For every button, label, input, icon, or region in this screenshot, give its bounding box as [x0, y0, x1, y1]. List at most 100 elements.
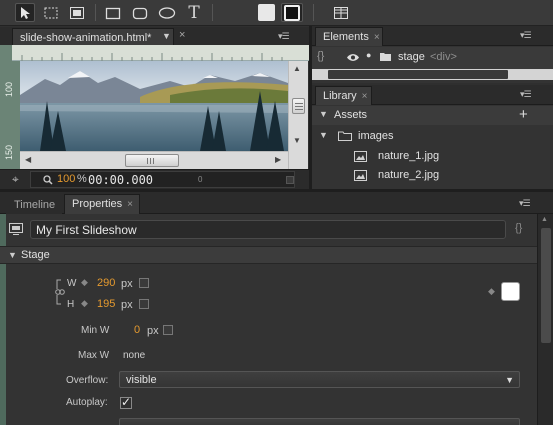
tab-properties[interactable]: Properties × [64, 194, 140, 214]
keyframe-diamond-icon[interactable]: ◆ [81, 277, 88, 288]
min-width-label: Min W [81, 325, 110, 336]
tab-dropdown-icon[interactable]: ▼ [162, 31, 171, 41]
panel-menu-icon[interactable]: ▾☰ [519, 198, 531, 209]
link-dimensions-icon[interactable] [54, 278, 66, 306]
close-tab-icon[interactable]: × [179, 29, 185, 41]
lock-dot-icon[interactable]: ● [366, 50, 371, 60]
width-value[interactable]: 290 [97, 277, 115, 289]
assets-label: Assets [334, 109, 368, 121]
title-input[interactable]: My First Slideshow [30, 220, 506, 239]
background-color-swatch[interactable] [501, 282, 520, 301]
elements-tab-bar: Elements × ▾☰ [312, 26, 553, 46]
stage-horizontal-scrollbar[interactable]: ◀ ▶ [20, 151, 288, 169]
grid-tool-icon[interactable] [331, 3, 351, 22]
rectangle-tool-icon[interactable] [103, 3, 123, 22]
library-panel: Library × ▾☰ ▼ Assets + ▼ images nature_1… [312, 85, 553, 189]
stage-canvas[interactable] [20, 61, 288, 151]
ellipse-tool-icon[interactable] [157, 3, 177, 22]
keyframe-diamond-icon[interactable]: ◆ [81, 298, 88, 309]
elements-tree-row[interactable]: {} ● stage <div> [312, 47, 553, 69]
overflow-select[interactable]: visible ▼ [119, 371, 520, 388]
panel-menu-icon[interactable]: ▾☰ [278, 31, 290, 42]
height-checkbox[interactable] [139, 299, 149, 309]
expand-triangle-icon[interactable]: ▼ [319, 130, 328, 140]
text-tool-icon[interactable]: T [184, 3, 204, 23]
select-tool-icon[interactable] [15, 3, 35, 22]
close-tab-icon[interactable]: × [362, 91, 368, 102]
tab-elements[interactable]: Elements × [315, 27, 383, 46]
library-file-row[interactable]: nature_1.jpg [312, 147, 553, 166]
fill-color-swatch-icon[interactable] [256, 3, 276, 22]
code-braces-icon[interactable]: {} [515, 222, 522, 234]
properties-tab-bar: Timeline Properties × ▾☰ [0, 192, 553, 214]
stage-element-icon [9, 223, 23, 235]
panel-menu-icon[interactable]: ▾☰ [520, 30, 532, 41]
width-checkbox[interactable] [139, 278, 149, 288]
tab-timeline[interactable]: Timeline [6, 195, 63, 214]
crop-tool-icon[interactable] [67, 3, 87, 22]
max-width-value[interactable]: none [123, 350, 145, 361]
collapse-triangle-icon[interactable]: ▼ [319, 109, 328, 119]
library-folder-row[interactable]: ▼ images [312, 127, 553, 146]
scroll-right-icon[interactable]: ▶ [275, 155, 281, 164]
properties-vertical-scrollbar[interactable]: ▲ [537, 214, 553, 425]
close-tab-icon[interactable]: × [374, 32, 380, 43]
magnifier-icon[interactable] [43, 175, 53, 185]
width-unit[interactable]: px [121, 278, 133, 290]
height-label: H [67, 299, 75, 310]
elements-panel: Elements × ▾☰ {} ● stage <div> [312, 26, 553, 83]
zoom-value[interactable]: 100 [57, 173, 75, 185]
document-tab-label: slide-show-animation.html* [20, 32, 152, 44]
next-property-select[interactable] [119, 418, 520, 425]
height-unit[interactable]: px [121, 299, 133, 311]
min-width-value[interactable]: 0 [134, 324, 140, 336]
scroll-thumb[interactable] [541, 228, 551, 343]
current-time[interactable]: 00:00.000 [88, 173, 153, 187]
collapse-triangle-icon[interactable]: ▼ [8, 250, 17, 260]
file-name: nature_1.jpg [378, 150, 440, 162]
min-width-unit[interactable]: px [147, 325, 159, 337]
add-asset-icon[interactable]: + [519, 106, 528, 123]
scroll-up-icon[interactable]: ▲ [541, 216, 548, 223]
tab-library[interactable]: Library × [315, 86, 372, 105]
elements-horizontal-scrollbar[interactable] [312, 69, 553, 80]
elements-tab-label: Elements [323, 31, 369, 43]
min-width-checkbox[interactable] [163, 325, 173, 335]
overflow-selected-value: visible [126, 374, 157, 386]
stroke-color-swatch-icon[interactable] [281, 3, 303, 22]
assets-section-header[interactable]: ▼ Assets + [312, 106, 553, 125]
keyframe-diamond-icon[interactable]: ◆ [488, 286, 495, 297]
rounded-rectangle-tool-icon[interactable] [130, 3, 150, 22]
library-file-row[interactable]: nature_2.jpg [312, 166, 553, 185]
panel-menu-icon[interactable]: ▾☰ [520, 89, 532, 100]
element-tag: <div> [430, 51, 457, 63]
chevron-down-icon[interactable]: ▼ [505, 375, 514, 385]
folder-icon [338, 131, 352, 141]
scroll-up-icon[interactable]: ▲ [293, 64, 301, 73]
timeline-tab-label: Timeline [14, 199, 56, 211]
folder-icon [380, 53, 391, 61]
horizontal-scroll-thumb[interactable] [125, 154, 179, 167]
stage-status-bar: ⌖ 100 % 00:00.000 0 [0, 169, 309, 189]
scroll-down-icon[interactable]: ▼ [293, 136, 301, 145]
scroll-left-icon[interactable]: ◀ [25, 155, 31, 164]
transform-tool-icon[interactable] [41, 3, 61, 22]
image-file-icon [354, 170, 367, 181]
stage-vertical-scrollbar[interactable]: ▲ ▼ [288, 61, 308, 169]
height-value[interactable]: 195 [97, 298, 115, 310]
vertical-scroll-thumb[interactable] [292, 98, 305, 114]
autoplay-checkbox[interactable]: ✓ [120, 395, 132, 409]
main-toolbar: T [0, 0, 553, 26]
scroll-thumb[interactable] [328, 70, 508, 79]
checkmark-icon: ✓ [121, 395, 132, 409]
stage-section-header[interactable]: ▼ Stage [0, 246, 537, 264]
crosshair-icon[interactable]: ⌖ [12, 172, 19, 187]
close-tab-icon[interactable]: × [127, 199, 133, 210]
eye-icon[interactable] [346, 53, 360, 62]
properties-tab-label: Properties [72, 198, 123, 210]
toolbar-divider [212, 4, 213, 21]
width-label: W [67, 278, 77, 289]
code-braces-icon[interactable]: {} [317, 50, 324, 62]
file-name: nature_2.jpg [378, 169, 440, 181]
time-field-handle[interactable] [286, 176, 294, 184]
